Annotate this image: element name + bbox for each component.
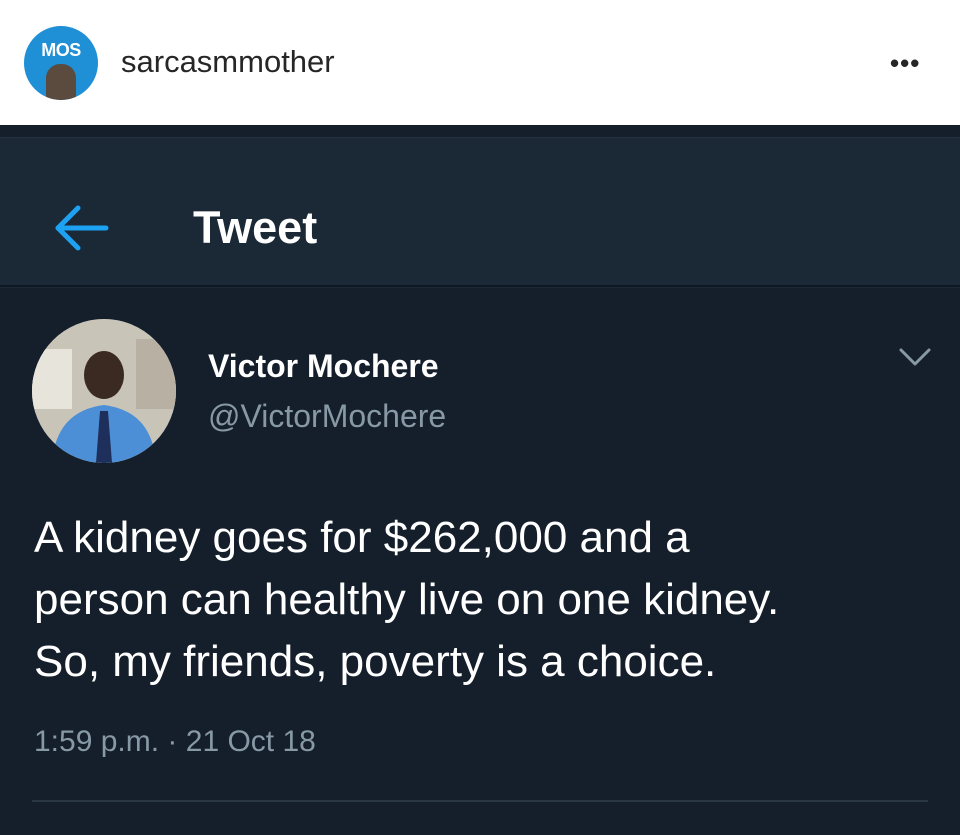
more-options-icon[interactable]: ••• — [890, 50, 920, 76]
timestamp-separator: · — [167, 725, 178, 758]
tweet-screenshot: Tweet Victor Mochere @VictorMochere A ki… — [0, 125, 960, 835]
tweet-line: So, my friends, poverty is a choice. — [34, 637, 717, 686]
tweet-timestamp: 1:59 p.m. · 21 Oct 18 — [34, 725, 316, 759]
avatar-logo-text: MOS — [41, 40, 81, 60]
tweet-line: A kidney goes for $262,000 and a — [34, 513, 690, 562]
instagram-post-header: MOS sarcasmmother ••• — [0, 0, 960, 125]
author-handle[interactable]: @VictorMochere — [208, 398, 446, 435]
tweet-date: 21 Oct 18 — [185, 725, 316, 758]
tweet-divider — [32, 800, 928, 802]
tweet-time: 1:59 p.m. — [34, 725, 160, 758]
account-username[interactable]: sarcasmmother — [121, 44, 335, 80]
tweet-line: person can healthy live on one kidney. — [34, 575, 780, 624]
account-avatar[interactable]: MOS — [24, 26, 98, 100]
header-divider — [0, 285, 960, 287]
author-name[interactable]: Victor Mochere — [208, 348, 439, 385]
author-photo-icon — [32, 319, 176, 463]
chevron-down-icon[interactable] — [898, 347, 932, 367]
arrow-left-icon[interactable] — [52, 198, 112, 258]
author-avatar[interactable] — [32, 319, 176, 463]
page-title: Tweet — [193, 202, 318, 253]
avatar-face — [46, 64, 76, 100]
tweet-body: A kidney goes for $262,000 and a person … — [34, 507, 944, 693]
twitter-top-bar: Tweet — [0, 137, 960, 288]
